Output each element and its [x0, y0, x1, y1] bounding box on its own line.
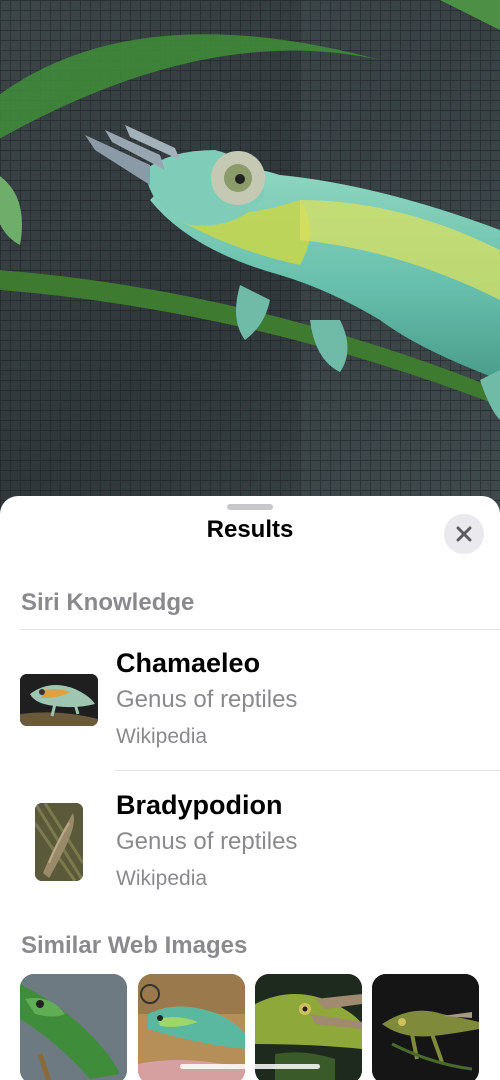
- result-source: Wikipedia: [116, 725, 208, 748]
- divider: [115, 770, 500, 771]
- divider: [20, 629, 500, 630]
- result-title: Chamaeleo: [116, 648, 261, 678]
- result-subtitle: Genus of reptiles: [116, 828, 298, 855]
- knowledge-result-chamaeleo[interactable]: Chamaeleo Genus of reptiles Wikipedia: [0, 636, 500, 766]
- knowledge-result-bradypodion[interactable]: Bradypodion Genus of reptiles Wikipedia: [0, 778, 500, 908]
- chameleon-photo: [0, 0, 500, 520]
- result-thumbnail: [35, 803, 83, 881]
- result-subtitle: Genus of reptiles: [116, 686, 298, 713]
- results-sheet: Results Siri Knowledge Chamaeleo Genus o…: [0, 496, 500, 1080]
- sheet-title: Results: [206, 516, 294, 543]
- close-button[interactable]: [444, 514, 484, 554]
- sheet-grabber[interactable]: [227, 504, 273, 510]
- siri-knowledge-heading: Siri Knowledge: [21, 589, 195, 616]
- similar-web-images-heading: Similar Web Images: [21, 932, 248, 959]
- web-image[interactable]: [20, 974, 127, 1080]
- result-thumbnail: [20, 674, 98, 726]
- home-indicator[interactable]: [180, 1064, 320, 1069]
- close-icon: [456, 526, 472, 542]
- web-image[interactable]: [372, 974, 479, 1080]
- result-source: Wikipedia: [116, 867, 208, 890]
- result-title: Bradypodion: [116, 790, 283, 820]
